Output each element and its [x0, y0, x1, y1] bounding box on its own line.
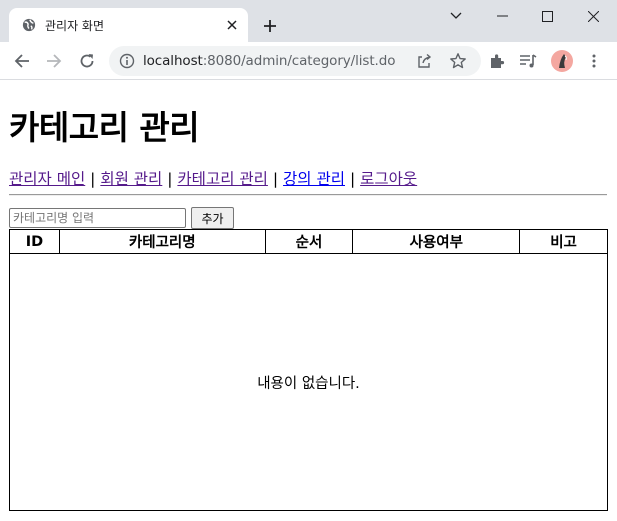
- nav-link-logout[interactable]: 로그아웃: [360, 170, 417, 188]
- tab-title: 관리자 화면: [45, 19, 105, 33]
- nav-link-categories[interactable]: 카테고리 관리: [177, 170, 268, 188]
- browser-chrome: 관리자 화면 localhost:8080/admin/category/lis…: [0, 0, 617, 80]
- minimize-icon[interactable]: [479, 0, 525, 32]
- column-header-category-name: 카테고리명: [58, 229, 266, 254]
- table-row: 내용이 없습니다.: [9, 253, 608, 511]
- add-category-button[interactable]: 추가: [191, 207, 234, 229]
- tab-strip: 관리자 화면: [0, 0, 617, 42]
- empty-message: 내용이 없습니다.: [9, 253, 608, 511]
- reading-list-icon[interactable]: [519, 52, 537, 70]
- close-window-icon[interactable]: [570, 0, 616, 32]
- forward-icon[interactable]: [44, 51, 64, 71]
- column-header-order: 순서: [264, 229, 354, 254]
- globe-icon: [22, 18, 36, 32]
- column-header-note: 비고: [519, 229, 608, 254]
- site-info-icon[interactable]: [119, 53, 135, 69]
- tab-search-icon[interactable]: [433, 0, 479, 32]
- address-bar[interactable]: localhost:8080/admin/category/list.do: [109, 46, 481, 76]
- nav-separator: |: [349, 170, 356, 188]
- nav-separator: |: [90, 170, 96, 188]
- category-name-input[interactable]: [9, 208, 186, 228]
- url-path: :8080/admin/category/list.do: [202, 53, 396, 69]
- admin-nav: 관리자 메인 | 회원 관리 | 카테고리 관리 | 강의 관리 | 로그아웃: [9, 167, 417, 189]
- bookmark-star-icon[interactable]: [449, 52, 467, 70]
- maximize-icon[interactable]: [524, 0, 570, 32]
- browser-toolbar: localhost:8080/admin/category/list.do: [0, 42, 617, 80]
- page-content: 카테고리 관리 관리자 메인 | 회원 관리 | 카테고리 관리 | 강의 관리…: [0, 81, 617, 521]
- nav-separator: |: [167, 170, 173, 188]
- menu-kebab-icon[interactable]: [585, 52, 603, 70]
- category-table: ID 카테고리명 순서 사용여부 비고 내용이 없습니다.: [9, 229, 608, 511]
- nav-link-courses[interactable]: 강의 관리: [283, 170, 345, 188]
- column-header-usage: 사용여부: [352, 229, 521, 254]
- new-tab-icon[interactable]: [260, 16, 280, 36]
- divider: [9, 194, 607, 196]
- extensions-icon[interactable]: [488, 52, 506, 70]
- reload-icon[interactable]: [77, 51, 97, 71]
- page-title: 카테고리 관리: [9, 108, 200, 147]
- column-header-id: ID: [9, 229, 60, 254]
- nav-separator: |: [272, 170, 279, 188]
- back-icon[interactable]: [12, 51, 32, 71]
- nav-link-members[interactable]: 회원 관리: [100, 170, 162, 188]
- tab-close-icon[interactable]: [224, 17, 240, 33]
- nav-link-admin-main[interactable]: 관리자 메인: [9, 170, 85, 188]
- share-icon[interactable]: [416, 53, 432, 69]
- table-header-row: ID 카테고리명 순서 사용여부 비고: [9, 229, 608, 254]
- url-host: localhost: [143, 53, 203, 69]
- profile-avatar[interactable]: [551, 50, 573, 72]
- browser-tab[interactable]: 관리자 화면: [9, 8, 248, 42]
- url-text[interactable]: localhost:8080/admin/category/list.do: [143, 53, 395, 69]
